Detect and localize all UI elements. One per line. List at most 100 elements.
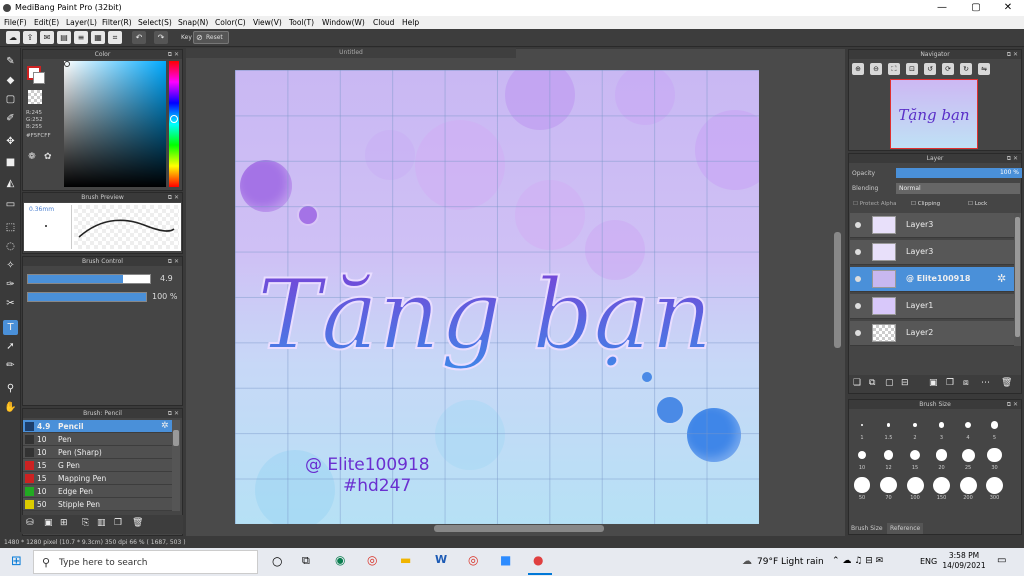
palette-icon[interactable]: ❁	[28, 152, 36, 162]
undo-icon[interactable]: ↶	[132, 31, 146, 44]
add-brush-icon[interactable]: ⊞	[60, 518, 68, 528]
redo-icon[interactable]: ↷	[154, 31, 168, 44]
secondary-color-swatch[interactable]	[33, 72, 45, 84]
panel-options-icon[interactable]: ⧉ ✕	[168, 257, 179, 266]
brush-size-dot[interactable]	[938, 422, 945, 428]
menu-file[interactable]: File(F)	[4, 18, 27, 27]
brush-size-dot[interactable]	[961, 448, 975, 462]
chrome-icon[interactable]: ◎	[367, 553, 377, 567]
select-pen-tool-icon[interactable]: ✑	[3, 277, 18, 292]
menu-window[interactable]: Window(W)	[322, 18, 365, 27]
visibility-icon[interactable]	[855, 276, 861, 282]
menu-tool[interactable]: Tool(T)	[289, 18, 314, 27]
word-icon[interactable]: W	[435, 553, 447, 566]
brush-item[interactable]: 15 G Pen	[23, 459, 172, 472]
weather-icon[interactable]: ☁	[742, 556, 752, 567]
brush-item[interactable]: 50 Stipple Pen	[23, 498, 172, 511]
folder-icon[interactable]: ▣	[44, 518, 53, 528]
layer-opacity-slider[interactable]: 100 %	[896, 168, 1022, 178]
clipping-checkbox[interactable]: ☐ Clipping	[911, 201, 940, 207]
zoom-in-icon[interactable]: ⊕	[852, 63, 864, 75]
layer-item[interactable]: Layer2	[850, 321, 1014, 346]
crop-icon[interactable]: ⌗	[108, 31, 122, 44]
zoom-out-icon[interactable]: ⊖	[870, 63, 882, 75]
brush-size-dot[interactable]	[990, 421, 999, 429]
reset-button[interactable]: ⊘ Reset	[193, 31, 229, 44]
eyedrop-palette-icon[interactable]: ✿	[44, 152, 52, 162]
lasso-tool-icon[interactable]: ◌	[3, 239, 18, 254]
maximize-button[interactable]: ▢	[966, 2, 986, 13]
menu-layer[interactable]: Layer(L)	[66, 18, 97, 27]
folder-open-icon[interactable]: ▥	[97, 518, 106, 528]
notification-icon[interactable]: ▭	[997, 555, 1006, 566]
canvas-vertical-scrollbar[interactable]	[834, 232, 841, 348]
panel-options-icon[interactable]: ⧉ ✕	[1007, 400, 1018, 409]
panel-options-icon[interactable]: ⧉ ✕	[168, 193, 179, 202]
layer-item[interactable]: @ Elite100918 ✲	[850, 267, 1014, 292]
menu-color[interactable]: Color(C)	[215, 18, 246, 27]
brush-size-dot[interactable]	[906, 476, 924, 494]
eyedropper-tool-icon[interactable]: ⚲	[3, 381, 18, 396]
brush-item[interactable]: 4.9 Pencil ✲	[23, 420, 172, 433]
brush-size-dot[interactable]	[880, 476, 897, 494]
layer-folder-icon[interactable]: ▣	[929, 378, 938, 388]
duplicate-icon[interactable]: ❐	[114, 518, 122, 528]
new-layer-icon[interactable]: ❏	[853, 378, 861, 388]
brush-size-dot[interactable]	[883, 450, 894, 460]
brush-opacity-value[interactable]: 100 %	[152, 292, 177, 301]
color-picker-square[interactable]	[64, 61, 166, 187]
actual-size-icon[interactable]: ⊡	[906, 63, 918, 75]
rotate-right-icon[interactable]: ↻	[960, 63, 972, 75]
merge-layer-icon[interactable]: ⧈	[963, 378, 969, 388]
menu-filter[interactable]: Filter(R)	[102, 18, 132, 27]
eraser-tool-icon[interactable]: ◆	[3, 73, 18, 88]
visibility-icon[interactable]	[855, 222, 861, 228]
layer-settings-icon[interactable]: ✲	[997, 272, 1006, 285]
rotate-reset-icon[interactable]: ⟳	[942, 63, 954, 75]
brush-size-dot[interactable]	[861, 424, 863, 426]
brush-opacity-slider[interactable]	[27, 292, 147, 302]
fit-icon[interactable]: ⛶	[888, 63, 900, 75]
layer-item[interactable]: Layer3	[850, 213, 1014, 238]
grid-icon[interactable]: ▦	[91, 31, 105, 44]
select-rect-tool-icon[interactable]: ⬚	[3, 220, 18, 235]
operation-tool-icon[interactable]: ➚	[3, 339, 18, 354]
cloud-icon[interactable]: ☁	[6, 31, 20, 44]
brush-size-dot[interactable]	[986, 476, 1003, 494]
brush-tool-icon[interactable]: ✎	[3, 54, 18, 69]
edge-icon[interactable]: ◉	[335, 553, 345, 567]
upload-icon[interactable]: ⇪	[23, 31, 37, 44]
list-icon[interactable]: ≡	[74, 31, 88, 44]
brush-item[interactable]: 10 Pen (Sharp)	[23, 446, 172, 459]
duplicate-layer-icon[interactable]: ❐	[946, 378, 954, 388]
brush-size-dot[interactable]	[886, 423, 891, 427]
language-indicator[interactable]: ENG	[920, 557, 937, 566]
brush-item[interactable]: 10 Pen	[23, 433, 172, 446]
brush-item[interactable]: 15 Mapping Pen	[23, 472, 172, 485]
brush-size-dot[interactable]	[854, 477, 870, 493]
flip-icon[interactable]: ⇋	[978, 63, 990, 75]
panel-options-icon[interactable]: ⧉ ✕	[168, 409, 179, 418]
windows-start-icon[interactable]: ⊞	[11, 554, 22, 569]
menu-help[interactable]: Help	[402, 18, 419, 27]
pen-tool-icon[interactable]: ✐	[3, 111, 18, 126]
brush-list-scrollbar[interactable]	[172, 420, 180, 511]
artwork-canvas[interactable]: Tăng bạn @ Elite100918 #hd247	[235, 70, 759, 524]
visibility-icon[interactable]	[855, 249, 861, 255]
layer-menu-icon[interactable]: ⋯	[981, 378, 990, 388]
menu-view[interactable]: View(V)	[253, 18, 282, 27]
hand-tool-icon[interactable]: ✋	[3, 400, 18, 415]
lock-checkbox[interactable]: ☐ Lock	[968, 201, 987, 207]
file-explorer-icon[interactable]: ▬	[400, 553, 411, 567]
new-1bit-layer-icon[interactable]: ▢	[885, 378, 894, 388]
layer-item[interactable]: Layer3	[850, 240, 1014, 265]
new-8bit-layer-icon[interactable]: ⧉	[869, 378, 875, 388]
navigator-preview[interactable]: Tặng bạn	[890, 79, 978, 149]
tab-brush-size[interactable]: Brush Size	[851, 525, 883, 532]
layer-scroll-thumb[interactable]	[1015, 217, 1020, 337]
tray-icons[interactable]: ⌃ ☁ ♫ ⊟ ✉	[832, 556, 883, 566]
hue-slider[interactable]	[169, 61, 179, 187]
task-view-icon[interactable]: ⧉	[302, 554, 310, 568]
chrome-profile-icon[interactable]: ◎	[468, 553, 478, 567]
menu-select[interactable]: Select(S)	[138, 18, 172, 27]
